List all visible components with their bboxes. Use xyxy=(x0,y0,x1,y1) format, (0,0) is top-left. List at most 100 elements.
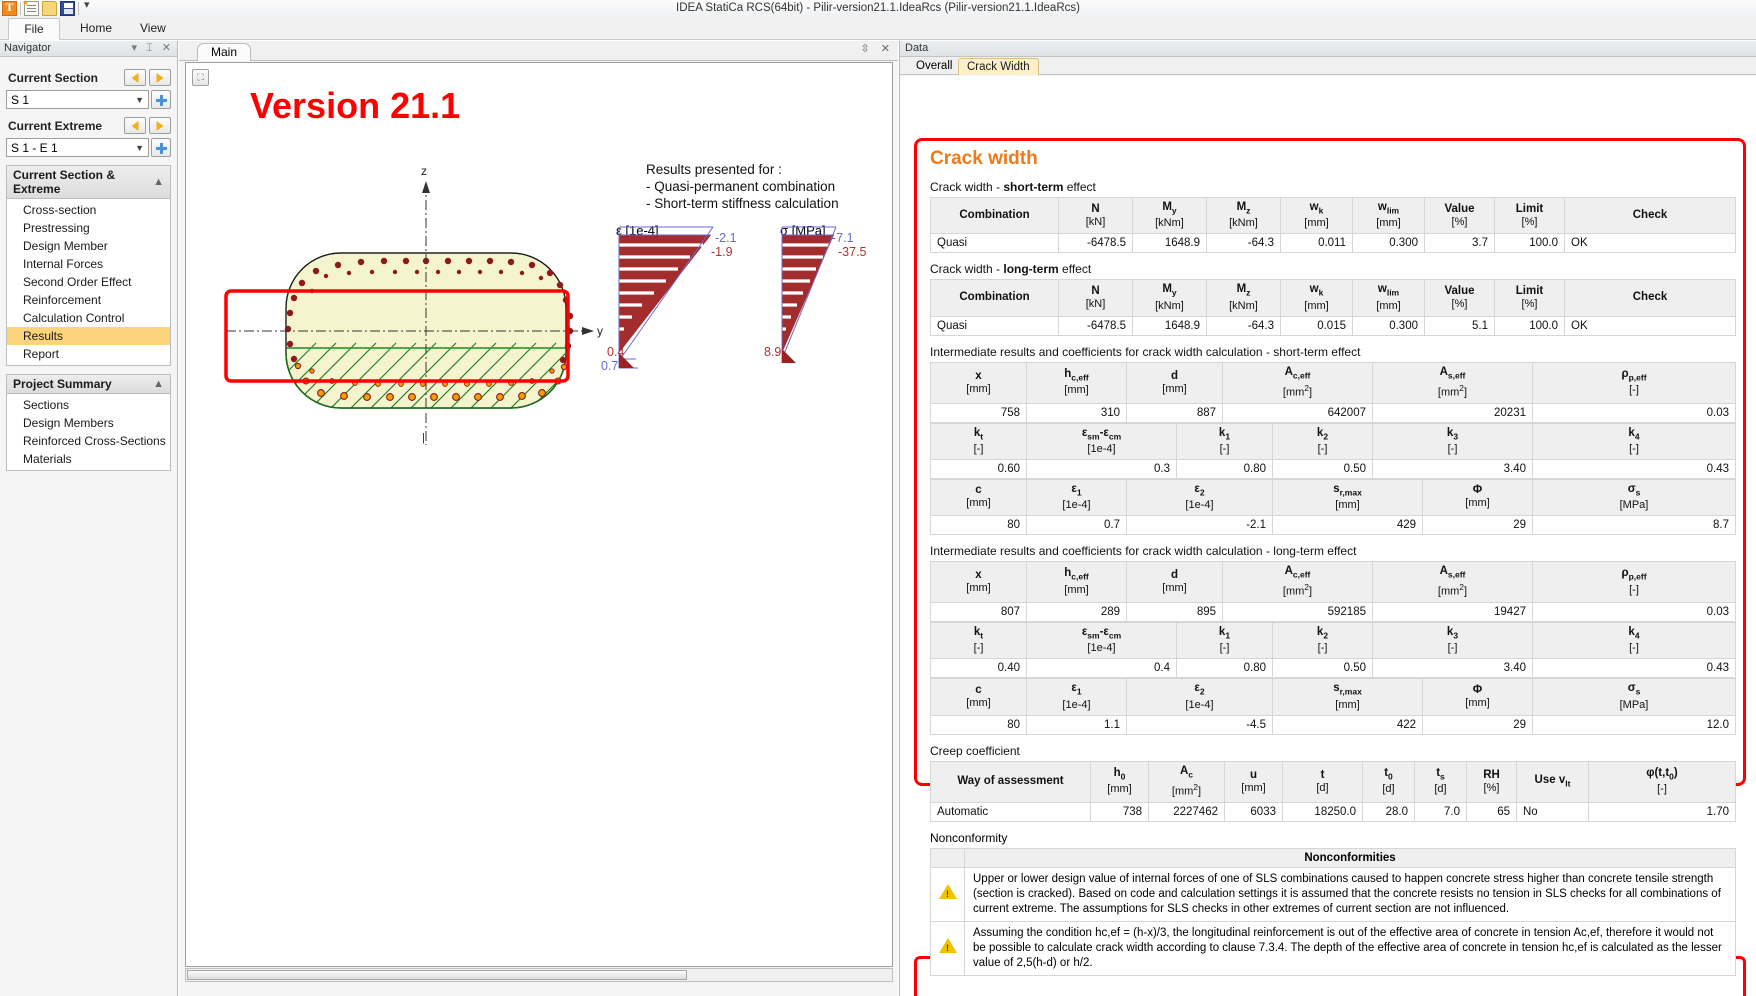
viewport-horizontal-scrollbar[interactable] xyxy=(185,968,893,982)
col-my: My [kNm] xyxy=(1132,279,1207,317)
nonconformities-table: Nonconformities Upper or lower design va… xyxy=(930,847,1736,976)
cell-my: 1648.9 xyxy=(1132,315,1207,336)
cell-eps2: -2.1 xyxy=(1126,515,1273,536)
report-scroll-area[interactable]: Crack width Crack width - short-term eff… xyxy=(900,76,1756,996)
cell-sigma-s: 8.7 xyxy=(1532,515,1736,536)
col-wk: wk [mm] xyxy=(1280,279,1353,317)
group-header-project-summary[interactable]: Project Summary ▲ xyxy=(6,374,171,394)
tab-home[interactable]: Home xyxy=(66,18,126,40)
sidebar-item-internal-forces[interactable]: Internal Forces xyxy=(7,255,170,273)
next-section-button[interactable] xyxy=(149,69,171,86)
add-section-button[interactable] xyxy=(151,90,171,109)
cell-n: -6478.5 xyxy=(1058,315,1133,336)
previous-section-button[interactable] xyxy=(124,69,146,86)
previous-extreme-button[interactable] xyxy=(124,117,146,134)
col-n: N [kN] xyxy=(1058,279,1133,317)
group-list-project-summary: Sections Design Members Reinforced Cross… xyxy=(6,394,171,471)
cell-sr-max: 422 xyxy=(1272,714,1423,735)
sidebar-item-design-members[interactable]: Design Members xyxy=(7,414,170,432)
caption-emphasis: long-term xyxy=(1003,262,1059,277)
sidebar-item-prestressing[interactable]: Prestressing xyxy=(7,219,170,237)
col-k3: k3 [-] xyxy=(1372,422,1533,460)
col-wlim: wlim [mm] xyxy=(1352,279,1425,317)
table-header-row: c [mm] ε1 [1e-4] ε2 [1e-4] sr,max [mm] Φ [mm]… xyxy=(930,678,1736,716)
sidebar-item-reinforcement[interactable]: Reinforcement xyxy=(7,291,170,309)
sidebar-item-reinforced-cross-sections[interactable]: Reinforced Cross-Sections xyxy=(7,432,170,450)
cell-u: 6033 xyxy=(1224,801,1283,822)
table-header-row: c [mm] ε1 [1e-4] ε2 [1e-4] sr,max [mm] Φ [mm]… xyxy=(930,478,1736,517)
section-combo[interactable]: S 1 ▼ xyxy=(6,90,149,109)
tab-file[interactable]: File xyxy=(8,18,60,40)
crack-width-long-term-table: Combination N [kN] My [kNm] Mz [kNm] wk [mm]… xyxy=(930,279,1736,336)
col-esm-ecm: εsm-εcm [1e-4] xyxy=(1026,622,1177,660)
tab-overall[interactable]: Overall xyxy=(908,58,960,75)
col-as-eff: As,eff [mm2] xyxy=(1372,561,1533,604)
sidebar-item-second-order-effect[interactable]: Second Order Effect xyxy=(7,273,170,291)
page-title: Crack width xyxy=(930,148,1038,169)
group-header-current-section-extreme[interactable]: Current Section & Extreme ▲ xyxy=(6,165,171,199)
col-ts: ts [d] xyxy=(1414,760,1467,803)
scrollbar-thumb[interactable] xyxy=(187,970,687,980)
data-panel: Data Overall Crack Width Crack width Cra… xyxy=(899,41,1756,996)
navigator-header-buttons[interactable]: ▾ ⌶ ✕ xyxy=(132,41,174,55)
cell-limit: 100.0 xyxy=(1494,315,1565,336)
title-bar: IDEA StatiCa RCS(64bit) - Pilir-version2… xyxy=(0,0,1756,18)
chevron-up-icon: ▲ xyxy=(153,176,164,188)
col-t0: t0 [d] xyxy=(1362,760,1415,803)
tab-main[interactable]: Main xyxy=(197,43,251,61)
cell-as-eff: 20231 xyxy=(1372,402,1533,423)
warning-icon-cell xyxy=(930,866,965,922)
col-ac-eff: Ac,eff [mm2] xyxy=(1222,561,1373,604)
col-d: d [mm] xyxy=(1126,561,1223,604)
creep-coefficient-table: Way of assessment h0 [mm] Ac [mm2] u [mm] t… xyxy=(930,760,1736,822)
col-c: c [mm] xyxy=(930,678,1027,716)
warning-icon xyxy=(939,938,957,956)
chevron-down-icon: ▼ xyxy=(135,143,144,153)
intermediate-short-term-caption: Intermediate results and coefficients fo… xyxy=(930,344,1361,359)
sidebar-item-materials[interactable]: Materials xyxy=(7,450,170,468)
sidebar-item-cross-section[interactable]: Cross-section xyxy=(7,201,170,219)
cell-mz: -64.3 xyxy=(1206,315,1281,336)
table-header-row: kt [-] εsm-εcm [1e-4] k1 [-] k2 [-] k3 [-] k4… xyxy=(930,422,1736,460)
ribbon-tab-bar: File Home View xyxy=(0,18,1756,40)
sidebar-item-results[interactable]: Results xyxy=(7,327,170,345)
sidebar-item-calculation-control[interactable]: Calculation Control xyxy=(7,309,170,327)
col-use-vlt: Use vlt xyxy=(1516,760,1589,803)
cell-sigma-s: 12.0 xyxy=(1532,714,1736,735)
col-mz: Mz [kNm] xyxy=(1206,196,1281,235)
cell-k3: 3.40 xyxy=(1372,658,1533,679)
cell-phi: 29 xyxy=(1422,515,1533,536)
cell-phi-t-t0: 1.70 xyxy=(1588,801,1736,822)
col-eps2: ε2 [1e-4] xyxy=(1126,478,1273,517)
extreme-combo[interactable]: S 1 - E 1 ▼ xyxy=(6,138,149,157)
col-check: Check xyxy=(1564,196,1736,235)
col-sigma-s: σs [MPa] xyxy=(1532,478,1736,517)
col-combination: Combination xyxy=(930,279,1059,317)
cell-value: 5.1 xyxy=(1424,315,1495,336)
cell-x: 758 xyxy=(930,402,1027,423)
group-title: Project Summary xyxy=(13,377,112,391)
application-window: IDEA StatiCa RCS(64bit) - Pilir-version2… xyxy=(0,0,1756,996)
cell-eps1: 1.1 xyxy=(1026,714,1127,735)
add-extreme-button[interactable] xyxy=(151,138,171,157)
viewport-header-buttons[interactable]: ⇳ ✕ xyxy=(861,42,895,55)
data-panel-header: Data xyxy=(900,41,1756,57)
col-limit: Limit [%] xyxy=(1494,279,1565,317)
next-extreme-button[interactable] xyxy=(149,117,171,134)
sidebar-item-design-member[interactable]: Design Member xyxy=(7,237,170,255)
cell-d: 887 xyxy=(1126,402,1223,423)
tab-crack-width[interactable]: Crack Width xyxy=(958,58,1039,75)
col-n: N [kN] xyxy=(1058,196,1133,235)
tab-view[interactable]: View xyxy=(126,18,180,40)
col-limit: Limit [%] xyxy=(1494,196,1565,235)
col-eps1: ε1 [1e-4] xyxy=(1026,478,1127,517)
table-header-row: x [mm] hc,eff [mm] d [mm] Ac,eff [mm2] As,ef… xyxy=(930,361,1736,404)
table-row: 758 310 887 642007 20231 0.03 xyxy=(930,402,1736,423)
sidebar-item-report[interactable]: Report xyxy=(7,345,170,363)
sidebar-item-sections[interactable]: Sections xyxy=(7,396,170,414)
navigator-panel: Navigator ▾ ⌶ ✕ Current Section S 1 ▼ Cu… xyxy=(0,41,178,996)
intermediate-short-term-table-3: c [mm] ε1 [1e-4] ε2 [1e-4] sr,max [mm] Φ [mm]… xyxy=(930,478,1736,536)
drawing-canvas[interactable]: ⛶ Version 21.1 Results presented for : -… xyxy=(185,62,893,967)
cell-ts: 7.0 xyxy=(1414,801,1467,822)
nonconformity-text: Upper or lower design value of internal … xyxy=(964,866,1736,922)
